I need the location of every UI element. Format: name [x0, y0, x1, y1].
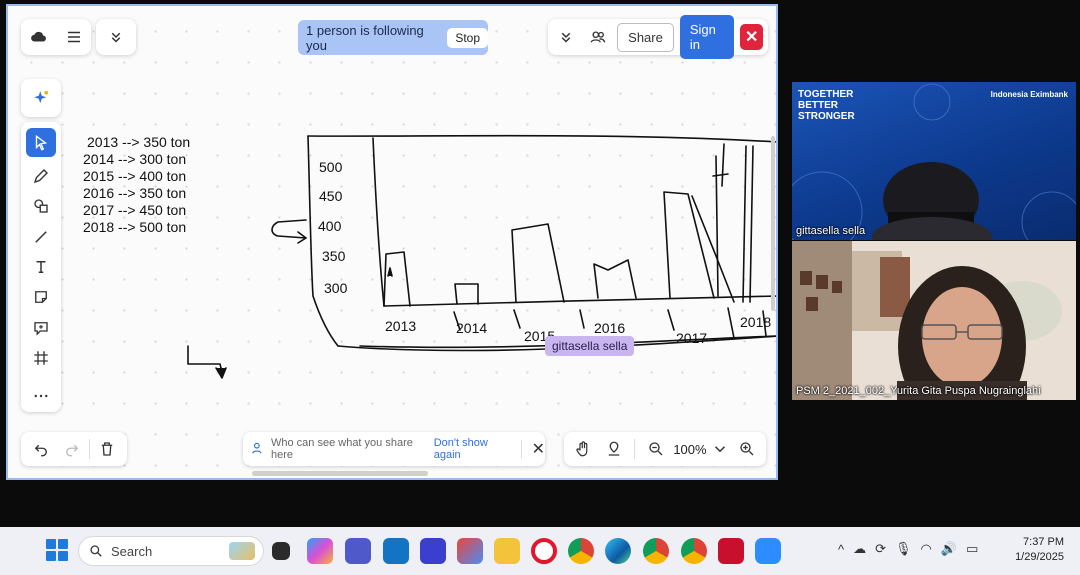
x-label: 2014	[456, 320, 487, 336]
vertical-scrollbar[interactable]	[771, 136, 775, 311]
windows-start-icon[interactable]	[46, 539, 68, 561]
video-tile-participant-2[interactable]: PSM 2_2021_002_Yurita Gita Puspa Nugrain…	[792, 241, 1076, 400]
volume-icon[interactable]: 🔊	[941, 541, 957, 557]
search-highlight-icon	[229, 542, 255, 560]
chevron-up-icon[interactable]: ^	[838, 542, 844, 557]
participant-name: gittasella sella	[796, 225, 866, 237]
redo-icon[interactable]	[58, 434, 85, 464]
zoom-level[interactable]: 100%	[672, 442, 707, 457]
clock-date: 1/29/2025	[1015, 551, 1064, 563]
clock-time: 7:37 PM	[1023, 536, 1064, 548]
x-label: 2017	[676, 330, 707, 346]
share-hint-text: Who can see what you share here	[271, 437, 413, 461]
sync-icon[interactable]: ⟳	[875, 541, 886, 557]
close-icon[interactable]: ✕	[532, 439, 545, 459]
app-icon[interactable]	[718, 538, 744, 564]
search-icon	[90, 545, 102, 557]
zoom-icon[interactable]	[755, 538, 781, 564]
task-view-icon[interactable]	[272, 542, 290, 560]
zoom-in-icon[interactable]	[733, 434, 762, 464]
onedrive-icon[interactable]: ☁	[853, 541, 866, 557]
pin-icon[interactable]	[599, 434, 628, 464]
trash-icon[interactable]	[94, 434, 121, 464]
y-label: 500	[319, 159, 343, 175]
chrome-profile-icon[interactable]	[643, 538, 669, 564]
chevron-down-icon[interactable]	[709, 434, 730, 464]
zoom-out-icon[interactable]	[641, 434, 670, 464]
background-slogan: TOGETHER BETTER STRONGER	[798, 89, 855, 122]
battery-icon[interactable]: ▭	[966, 541, 978, 557]
divider	[634, 439, 636, 459]
whiteboard-window[interactable]: 1 person is following you Stop Share Sig…	[6, 4, 778, 480]
file-explorer-icon[interactable]	[494, 538, 520, 564]
zoom-panel: 100%	[564, 432, 766, 466]
outlook-icon[interactable]	[383, 538, 409, 564]
edge-icon[interactable]	[605, 538, 631, 564]
user-eye-icon	[251, 441, 265, 458]
microphone-icon[interactable]: 🎙	[895, 541, 912, 557]
divider	[520, 440, 522, 458]
participant-name: PSM 2_2021_002_Yurita Gita Puspa Nugrain…	[796, 385, 1041, 397]
divider	[89, 439, 90, 459]
y-label: 400	[318, 218, 342, 234]
x-label: 2013	[385, 318, 416, 334]
y-label: 300	[324, 280, 348, 296]
search-placeholder: Search	[111, 543, 153, 559]
dont-show-again-link[interactable]: Don't show again	[434, 437, 513, 461]
pdf-app-icon[interactable]	[457, 538, 483, 564]
share-hint-toast: Who can see what you share here Don't sh…	[243, 432, 545, 466]
undo-icon[interactable]	[27, 434, 54, 464]
system-clock[interactable]: 7:37 PM 1/29/2025	[1015, 535, 1064, 565]
teams-icon[interactable]	[345, 538, 371, 564]
x-label: 2018	[740, 314, 771, 330]
chrome-profile-icon[interactable]	[681, 538, 707, 564]
taskbar-search[interactable]: Search	[78, 536, 264, 566]
wifi-icon[interactable]: ◠	[921, 541, 932, 557]
app-icon[interactable]	[420, 538, 446, 564]
hand-icon[interactable]	[568, 434, 597, 464]
windows-taskbar: Search ^ ☁ ⟳ 🎙 ◠ 🔊 ▭ 7:37 PM 1/29/2025	[0, 527, 1080, 575]
x-label: 2016	[594, 320, 625, 336]
video-tile-participant-1[interactable]: TOGETHER BETTER STRONGER Indonesia Eximb…	[792, 82, 1076, 240]
collaborator-cursor-tag: gittasella sella	[545, 336, 635, 356]
copilot-icon[interactable]	[307, 538, 333, 564]
chrome-icon[interactable]	[568, 538, 594, 564]
opera-icon[interactable]	[531, 538, 557, 564]
horizontal-scrollbar[interactable]	[252, 471, 428, 476]
history-panel	[21, 432, 127, 466]
video-scene	[792, 241, 1076, 400]
hand-drawn-chart-sketch[interactable]: 500 450 400 350 300 2013 2014 2015 2016 …	[8, 6, 778, 480]
y-label: 350	[322, 248, 346, 264]
system-tray: ^ ☁ ⟳ 🎙 ◠ 🔊 ▭	[838, 541, 978, 557]
background-brand-logo: Indonesia Eximbank	[990, 90, 1068, 99]
y-label: 450	[319, 188, 343, 204]
